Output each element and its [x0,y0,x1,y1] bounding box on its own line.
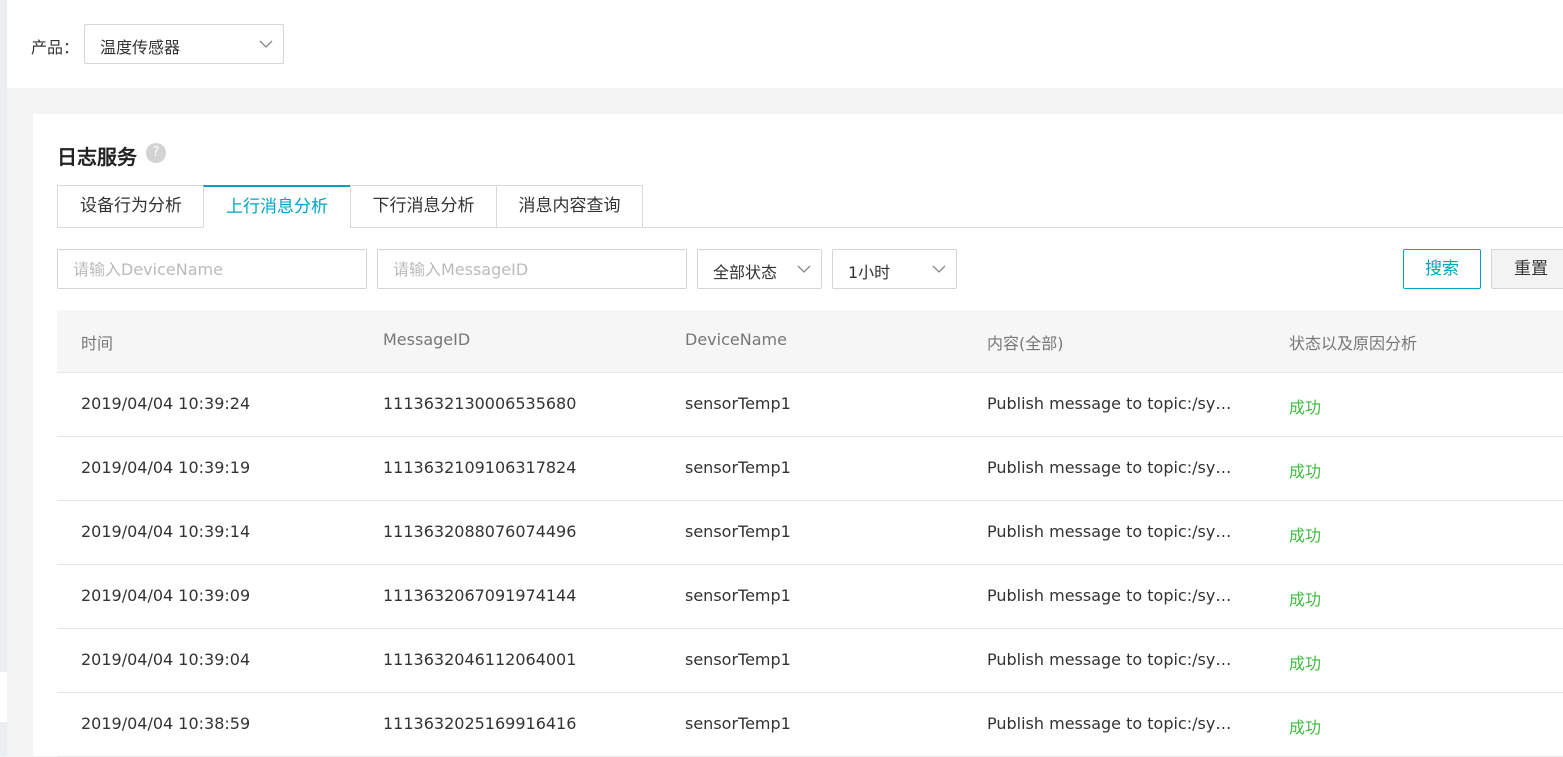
cell-content[interactable]: Publish message to topic:/sys… [987,522,1237,541]
cell-content[interactable]: Publish message to topic:/sys… [987,586,1237,605]
cell-status: 成功 [1289,590,1322,609]
table-row: 2019/04/04 10:39:24 1113632130006535680 … [57,373,1563,437]
cell-time: 2019/04/04 10:39:24 [81,394,251,413]
cell-time: 2019/04/04 10:39:09 [81,586,251,605]
cell-time: 2019/04/04 10:39:14 [81,522,251,541]
header-content[interactable]: 内容(全部) [987,330,1064,354]
cell-status: 成功 [1289,654,1322,673]
cell-status: 成功 [1289,526,1322,545]
cell-message-id: 1113632109106317824 [383,458,577,477]
cell-device-name: sensorTemp1 [685,394,791,413]
chevron-down-icon [932,265,946,273]
header-message-id: MessageID [383,330,471,349]
chevron-down-icon [259,40,273,48]
product-select[interactable]: 温度传感器 [84,24,284,64]
cell-time: 2019/04/04 10:39:04 [81,650,251,669]
cell-time: 2019/04/04 10:39:19 [81,458,251,477]
cell-status: 成功 [1289,462,1322,481]
status-select-value: 全部状态 [713,263,778,282]
left-edge-notch [0,672,7,722]
cell-device-name: sensorTemp1 [685,458,791,477]
cell-content[interactable]: Publish message to topic:/sys… [987,394,1237,413]
cell-device-name: sensorTemp1 [685,586,791,605]
cell-device-name: sensorTemp1 [685,714,791,733]
tabs-divider [642,227,1563,228]
cell-content[interactable]: Publish message to topic:/sys… [987,650,1237,669]
cell-content[interactable]: Publish message to topic:/sys… [987,714,1237,733]
reset-button[interactable]: 重置 [1491,249,1563,289]
header-device-name: DeviceName [685,330,787,349]
cell-status: 成功 [1289,718,1322,737]
cell-message-id: 1113632025169916416 [383,714,577,733]
table-row: 2019/04/04 10:39:04 1113632046112064001 … [57,629,1563,693]
tab-message-content-query[interactable]: 消息内容查询 [496,185,643,228]
table-row: 2019/04/04 10:38:59 1113632025169916416 … [57,693,1563,757]
table-row: 2019/04/04 10:39:14 1113632088076074496 … [57,501,1563,565]
message-table: 时间 MessageID DeviceName 内容(全部) 状态以及原因分析 … [57,310,1563,757]
message-id-input[interactable] [377,249,687,289]
device-name-input[interactable] [57,249,367,289]
log-service-card: 日志服务 ? 设备行为分析 上行消息分析 下行消息分析 消息内容查询 全部状态 … [33,114,1563,757]
time-range-select[interactable]: 1小时 [832,249,957,289]
product-filter-bar: 产品： 温度传感器 [7,0,1563,88]
table-header: 时间 MessageID DeviceName 内容(全部) 状态以及原因分析 [57,310,1563,373]
cell-message-id: 1113632067091974144 [383,586,577,605]
status-select[interactable]: 全部状态 [697,249,822,289]
table-row: 2019/04/04 10:39:09 1113632067091974144 … [57,565,1563,629]
tab-downstream-messages[interactable]: 下行消息分析 [350,185,496,228]
left-edge-strip [0,0,7,756]
cell-message-id: 1113632046112064001 [383,650,577,669]
product-select-value: 温度传感器 [100,38,181,57]
table-row: 2019/04/04 10:39:19 1113632109106317824 … [57,437,1563,501]
time-range-select-value: 1小时 [848,263,891,282]
tab-device-behavior[interactable]: 设备行为分析 [57,185,204,228]
cell-status: 成功 [1289,398,1322,417]
header-time: 时间 [81,334,114,353]
cell-message-id: 1113632088076074496 [383,522,577,541]
tab-upstream-messages[interactable]: 上行消息分析 [203,185,350,228]
cell-time: 2019/04/04 10:38:59 [81,714,251,733]
page-title: 日志服务 [57,145,137,169]
chevron-down-icon [797,265,811,273]
header-status: 状态以及原因分析 [1289,334,1418,353]
cell-message-id: 1113632130006535680 [383,394,577,413]
help-icon[interactable]: ? [146,143,166,163]
product-label: 产品： [31,38,80,57]
cell-device-name: sensorTemp1 [685,522,791,541]
cell-device-name: sensorTemp1 [685,650,791,669]
cell-content[interactable]: Publish message to topic:/sys… [987,458,1237,477]
search-button[interactable]: 搜索 [1403,249,1481,289]
